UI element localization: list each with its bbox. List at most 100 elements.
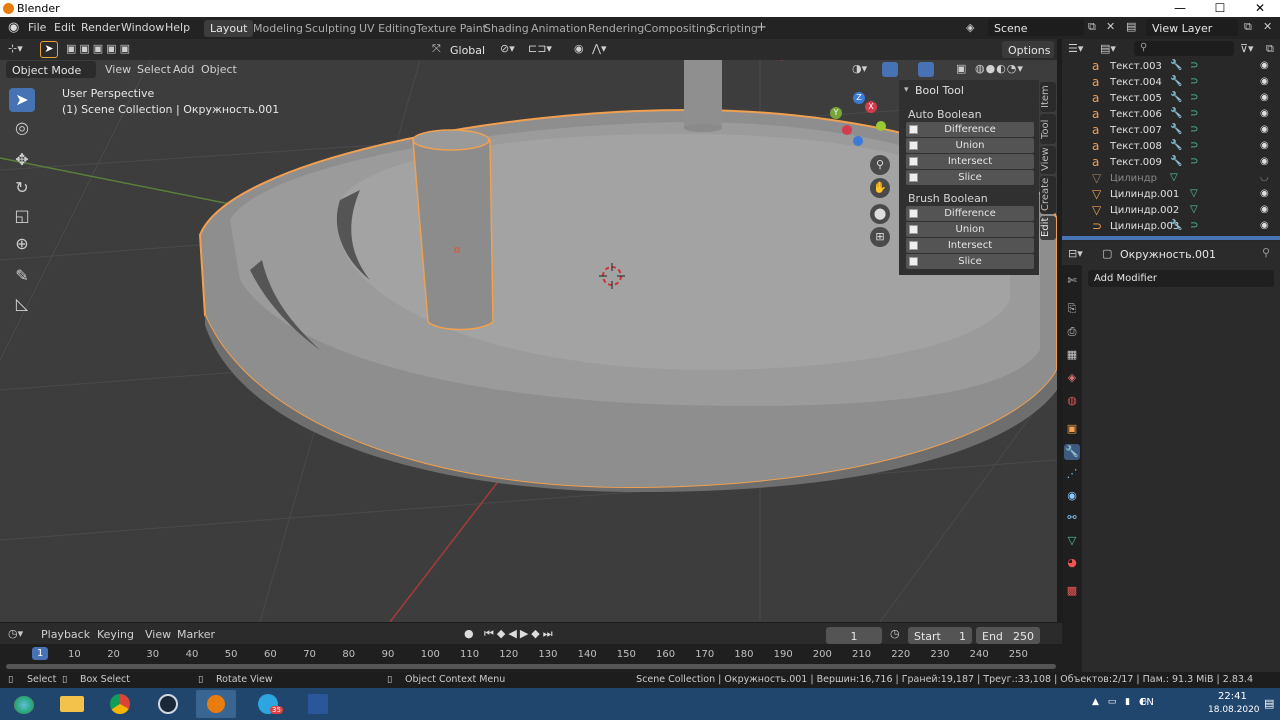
eye-icon[interactable]: ◉ — [1260, 140, 1269, 151]
start-frame-field[interactable]: Start 1 — [908, 627, 972, 644]
brush-intersect-button[interactable]: Intersect — [906, 238, 1034, 253]
minimize-button[interactable]: — — [1160, 0, 1200, 17]
menu-help[interactable]: Help — [165, 21, 190, 34]
transform-orientation-icon[interactable]: ⤧ — [432, 42, 441, 56]
blender-menu-icon[interactable]: ◉ — [8, 20, 19, 35]
pin-icon[interactable]: ⚲ — [1262, 246, 1270, 259]
material-props-icon[interactable]: ◕ — [1064, 555, 1080, 571]
eye-icon[interactable]: ◉ — [1260, 156, 1269, 167]
view-layer-field[interactable]: View Layer — [1146, 19, 1238, 36]
outliner-search-input[interactable]: ⚲ — [1134, 41, 1234, 56]
scale-tool-icon[interactable]: ◱ — [9, 204, 35, 228]
menu-render[interactable]: Render — [81, 21, 120, 34]
tab-view[interactable]: View — [1040, 146, 1056, 174]
add-modifier-dropdown[interactable]: Add Modifier — [1088, 270, 1274, 287]
orientation-dropdown[interactable]: Global — [444, 41, 494, 58]
object-props-icon[interactable]: ▣ — [1064, 421, 1080, 437]
menu-select[interactable]: Select — [137, 63, 171, 76]
select-box-tool-icon[interactable]: ➤ — [9, 88, 35, 112]
auto-union-button[interactable]: Union — [906, 138, 1034, 153]
outliner-row[interactable]: a Текст.007 🔧 ⊃ ◉ — [1086, 123, 1280, 139]
select-mode-icons[interactable]: ▣▣▣▣▣ — [66, 42, 146, 56]
steam-taskbar-icon[interactable] — [148, 690, 188, 718]
modifier-icon[interactable]: 🔧 — [1170, 60, 1182, 71]
file-explorer-taskbar-icon[interactable] — [52, 690, 92, 718]
menu-playback[interactable]: Playback — [41, 628, 90, 641]
timeline-scrollbar[interactable] — [6, 664, 1056, 669]
outliner-row[interactable]: a Текст.004 🔧 ⊃ ◉ — [1086, 75, 1280, 91]
telegram-taskbar-icon[interactable]: 35 — [248, 690, 288, 718]
curve-data-icon[interactable]: ⊃ — [1190, 92, 1198, 103]
current-frame-field[interactable]: 1 — [826, 627, 882, 644]
modifier-icon[interactable]: 🔧 — [1170, 220, 1182, 231]
annotate-tool-icon[interactable]: ✎ — [9, 264, 35, 288]
close-button[interactable]: ✕ — [1240, 0, 1280, 17]
maximize-button[interactable]: ☐ — [1200, 0, 1240, 17]
word-taskbar-icon[interactable] — [298, 690, 338, 718]
rotate-tool-icon[interactable]: ↻ — [9, 176, 35, 200]
pivot-icon[interactable]: ⊘▾ — [500, 42, 515, 55]
properties-editor-icon[interactable]: ⊟▾ — [1068, 247, 1083, 260]
end-frame-field[interactable]: End 250 — [976, 627, 1040, 644]
mesh-data-icon[interactable]: ▽ — [1170, 172, 1178, 183]
notifications-icon[interactable]: ▤ — [1264, 697, 1274, 710]
tab-item[interactable]: Item — [1040, 82, 1056, 112]
transform-tool-icon[interactable]: ⊕ — [9, 232, 35, 256]
tab-layout[interactable]: Layout — [204, 20, 254, 37]
delete-scene-icon[interactable]: ✕ — [1106, 20, 1115, 33]
display-mode-icon[interactable]: ▤▾ — [1100, 42, 1116, 55]
outliner-row[interactable]: a Текст.006 🔧 ⊃ ◉ — [1086, 107, 1280, 123]
tab-edit[interactable]: Edit — [1040, 216, 1056, 240]
mesh-data-icon[interactable]: ▽ — [1190, 188, 1198, 199]
new-collection-icon[interactable]: ⧉ — [1266, 42, 1274, 56]
timeline-editor-icon[interactable]: ◷▾ — [8, 627, 23, 640]
auto-slice-button[interactable]: Slice — [906, 170, 1034, 185]
menu-window[interactable]: Window — [121, 21, 164, 34]
outliner-row[interactable]: ▽ Цилиндр.002 ▽ ◉ — [1086, 203, 1280, 219]
add-workspace-icon[interactable]: + — [756, 20, 767, 35]
menu-add[interactable]: Add — [173, 63, 194, 76]
outliner-editor-icon[interactable]: ☰▾ — [1068, 42, 1083, 55]
eye-icon[interactable]: ◉ — [1260, 108, 1269, 119]
start-button[interactable] — [0, 690, 48, 718]
menu-object[interactable]: Object — [201, 63, 237, 76]
eye-icon[interactable]: ◉ — [1260, 76, 1269, 87]
curve-data-icon[interactable]: ⊃ — [1190, 108, 1198, 119]
modifier-icon[interactable]: 🔧 — [1170, 156, 1182, 167]
navigation-gizmo[interactable]: Z Y X — [826, 90, 892, 150]
gizmo-neg-z[interactable] — [853, 136, 863, 146]
eye-hidden-icon[interactable]: ◡ — [1260, 172, 1269, 183]
gizmo-z[interactable]: Z — [853, 92, 865, 104]
outliner-row[interactable]: a Текст.009 🔧 ⊃ ◉ — [1086, 155, 1280, 171]
camera-view-icon[interactable]: ⬤ — [870, 204, 890, 224]
curve-data-icon[interactable]: ⊃ — [1190, 60, 1198, 71]
render-props-icon[interactable]: ⎘ — [1064, 301, 1080, 317]
move-tool-icon[interactable]: ✥ — [9, 148, 35, 172]
falloff-icon[interactable]: ⋀▾ — [592, 42, 607, 55]
editor-type-icon[interactable]: ⊹▾ — [8, 42, 23, 55]
view-layer-props-icon[interactable]: ▦ — [1064, 347, 1080, 363]
modifier-icon[interactable]: 🔧 — [1170, 92, 1182, 103]
gizmo-toggle-icon[interactable] — [882, 62, 898, 77]
particles-props-icon[interactable]: ⋰ — [1064, 466, 1080, 482]
world-props-icon[interactable]: ◍ — [1064, 393, 1080, 409]
gizmo-neg-y[interactable] — [876, 121, 886, 131]
output-props-icon[interactable]: ⎙ — [1064, 324, 1080, 340]
options-dropdown[interactable]: Options — [1002, 41, 1054, 58]
curve-data-icon[interactable]: ⊃ — [1190, 220, 1198, 231]
cursor-tool-icon[interactable]: ◎ — [9, 116, 35, 140]
modifier-icon[interactable]: 🔧 — [1170, 124, 1182, 135]
eye-icon[interactable]: ◉ — [1260, 124, 1269, 135]
outliner-row[interactable]: ▽ Цилиндр.001 ▽ ◉ — [1086, 187, 1280, 203]
new-view-layer-icon[interactable]: ⧉ — [1244, 20, 1252, 34]
gizmo-neg-x[interactable] — [842, 125, 852, 135]
constraints-props-icon[interactable]: ⚯ — [1064, 510, 1080, 526]
pan-hand-icon[interactable]: ✋ — [870, 178, 890, 198]
delete-view-layer-icon[interactable]: ✕ — [1263, 20, 1272, 33]
tool-props-icon[interactable]: ✄ — [1064, 273, 1080, 289]
filter-icon[interactable]: ⊽▾ — [1240, 42, 1254, 55]
outliner-row[interactable]: a Текст.005 🔧 ⊃ ◉ — [1086, 91, 1280, 107]
scene-icon[interactable]: ◈ — [966, 21, 974, 34]
eye-icon[interactable]: ◉ — [1260, 60, 1269, 71]
modifier-icon[interactable]: 🔧 — [1170, 108, 1182, 119]
